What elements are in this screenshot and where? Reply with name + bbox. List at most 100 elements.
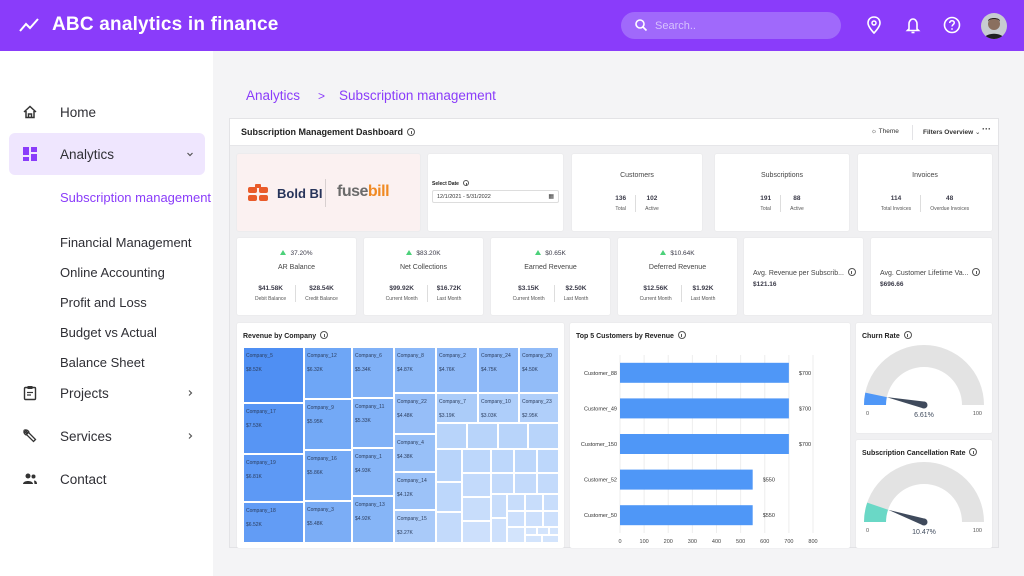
treemap-cell-value: $4.76K [439, 367, 455, 373]
treemap-cell-small[interactable] [542, 535, 559, 543]
treemap-cell[interactable]: Company_2 $4.76K [436, 347, 478, 393]
treemap-cell[interactable]: Company_20 $4.50K [519, 347, 559, 393]
treemap-cell[interactable]: Company_3 $5.48K [304, 501, 352, 543]
sidebar-item-contact[interactable]: Contact [9, 458, 205, 500]
sidebar-subitem-budget-vs-actual[interactable]: Budget vs Actual [60, 325, 157, 340]
theme-button[interactable]: ☼ Theme [871, 128, 899, 135]
treemap-cell-small[interactable] [467, 423, 498, 449]
search-input[interactable] [655, 16, 825, 35]
treemap-cell-small[interactable] [507, 511, 525, 527]
subscriptions-total-value: 191 [760, 195, 772, 202]
treemap-cell[interactable]: Company_14 $4.12K [394, 472, 436, 510]
treemap-cell-small[interactable] [537, 473, 559, 494]
y-category-label: Customer_49 [584, 406, 617, 412]
treemap-cell[interactable]: Company_22 $4.48K [394, 393, 436, 434]
treemap-cell-small[interactable] [491, 473, 514, 494]
treemap-cell-small[interactable] [525, 535, 542, 543]
treemap-cell-small[interactable] [543, 494, 559, 511]
treemap-cell[interactable]: Company_17 $7.53K [243, 403, 304, 454]
treemap-cell-small[interactable] [436, 449, 462, 482]
treemap-cell-small[interactable] [491, 518, 507, 543]
bar[interactable] [620, 469, 753, 490]
breadcrumb-analytics[interactable]: Analytics [246, 88, 300, 103]
info-icon[interactable] [677, 331, 686, 339]
card-values: $3.15K Current Month $2.50K Last Month [491, 285, 610, 302]
treemap-cell-small[interactable] [543, 511, 559, 527]
treemap-cell[interactable]: Company_13 $4.92K [352, 496, 394, 543]
location-pin-icon[interactable] [864, 15, 884, 35]
sidebar-subitem-balance-sheet[interactable]: Balance Sheet [60, 355, 145, 370]
help-icon[interactable] [942, 15, 962, 35]
bar[interactable] [620, 505, 753, 526]
more-options-button[interactable]: ··· [982, 124, 991, 134]
treemap-cell[interactable]: Company_18 $6.52K [243, 502, 304, 543]
treemap-cell-small[interactable] [462, 449, 491, 473]
treemap-cell[interactable]: Company_9 $5.95K [304, 399, 352, 450]
treemap-cell[interactable]: Company_16 $5.86K [304, 450, 352, 501]
treemap-cell-small[interactable] [514, 473, 537, 494]
treemap-cell-small[interactable] [436, 482, 462, 512]
treemap-cell-value: $4.38K [397, 454, 413, 460]
treemap-cell[interactable]: Company_7 $3.19K [436, 393, 478, 423]
info-icon[interactable] [969, 448, 978, 456]
treemap-cell[interactable]: Company_12 $6.32K [304, 347, 352, 399]
treemap-cell-small[interactable] [498, 423, 528, 449]
treemap-cell-small[interactable] [462, 521, 491, 543]
net-collections-card: $83.20K Net Collections $99.92K Current M… [364, 238, 483, 315]
treemap-cell[interactable]: Company_15 $3.27K [394, 510, 436, 543]
bell-icon[interactable] [903, 15, 923, 35]
date-range-input[interactable]: 12/1/2021 - 5/31/2022 ▦ [432, 190, 559, 203]
value-label: Total Invoices [880, 206, 912, 212]
info-icon[interactable] [972, 268, 981, 276]
bar[interactable] [620, 362, 789, 383]
bar[interactable] [620, 398, 789, 419]
bar[interactable] [620, 434, 789, 454]
treemap-cell-name: Company_1 [355, 454, 382, 460]
sidebar-subitem-financial-management[interactable]: Financial Management [60, 235, 192, 250]
treemap-cell[interactable]: Company_23 $2.95K [519, 393, 559, 423]
treemap-cell-small[interactable] [537, 449, 559, 473]
treemap-cell-small[interactable] [514, 449, 537, 473]
bar-chart: 0 100 200 300 400 500 600 700 800 Customer_88 $700… [581, 355, 818, 545]
treemap-cell-small[interactable] [436, 512, 462, 543]
sidebar-subitem-online-accounting[interactable]: Online Accounting [60, 265, 165, 280]
treemap-cell[interactable]: Company_5 $8.52K [243, 347, 304, 403]
treemap-cell-small[interactable] [507, 527, 525, 543]
info-icon[interactable] [847, 268, 856, 276]
user-avatar[interactable] [981, 13, 1007, 39]
treemap-cell-small[interactable] [491, 449, 514, 473]
search-box[interactable] [621, 12, 841, 39]
treemap-cell[interactable]: Company_10 $3.03K [478, 393, 519, 423]
treemap-cell-small[interactable] [491, 494, 507, 518]
treemap-cell-small[interactable] [462, 497, 491, 521]
treemap-cell-small[interactable] [507, 494, 525, 511]
treemap-cell-value: $6.81K [246, 474, 262, 480]
sidebar-item-projects[interactable]: Projects [9, 372, 205, 414]
sidebar-item-services[interactable]: Services [9, 415, 205, 457]
info-icon[interactable] [320, 331, 329, 339]
treemap-cell-small[interactable] [525, 494, 543, 511]
treemap-cell-small[interactable] [462, 473, 491, 497]
info-icon[interactable] [903, 331, 912, 339]
treemap-cell-small[interactable] [528, 423, 559, 449]
treemap-cell-small[interactable] [537, 527, 549, 535]
treemap-cell-small[interactable] [525, 527, 537, 535]
treemap-cell-name: Company_11 [355, 404, 385, 410]
treemap-cell[interactable]: Company_8 $4.87K [394, 347, 436, 393]
sidebar-item-analytics[interactable]: Analytics [9, 133, 205, 175]
treemap-cell[interactable]: Company_6 $5.34K [352, 347, 394, 398]
sidebar-subitem-profit-and-loss[interactable]: Profit and Loss [60, 295, 147, 310]
info-icon[interactable] [407, 128, 416, 136]
sidebar-item-home[interactable]: Home [9, 91, 205, 133]
sidebar-subitem-subscription-management[interactable]: Subscription management [60, 190, 211, 205]
treemap-cell[interactable]: Company_19 $6.81K [243, 454, 304, 502]
treemap-cell-small[interactable] [525, 511, 543, 527]
treemap-cell-small[interactable] [436, 423, 467, 449]
treemap-cell-small[interactable] [549, 527, 559, 535]
treemap-cell[interactable]: Company_4 $4.38K [394, 434, 436, 472]
treemap-cell[interactable]: Company_11 $5.33K [352, 398, 394, 448]
info-icon[interactable] [462, 180, 469, 186]
filters-overview-button[interactable]: Filters Overview ⌄ [923, 128, 981, 136]
treemap-cell[interactable]: Company_24 $4.75K [478, 347, 519, 393]
treemap-cell[interactable]: Company_1 $4.93K [352, 448, 394, 496]
